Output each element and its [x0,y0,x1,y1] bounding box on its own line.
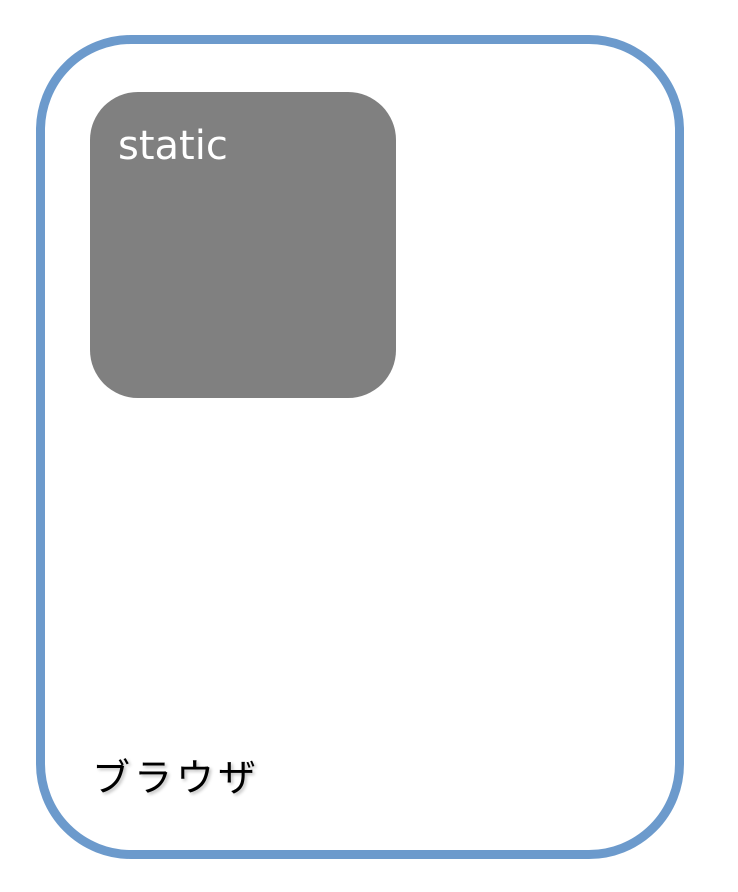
static-element-box: static [90,92,396,398]
browser-label: ブラウザ [92,756,261,800]
static-element-label: static [118,123,228,169]
